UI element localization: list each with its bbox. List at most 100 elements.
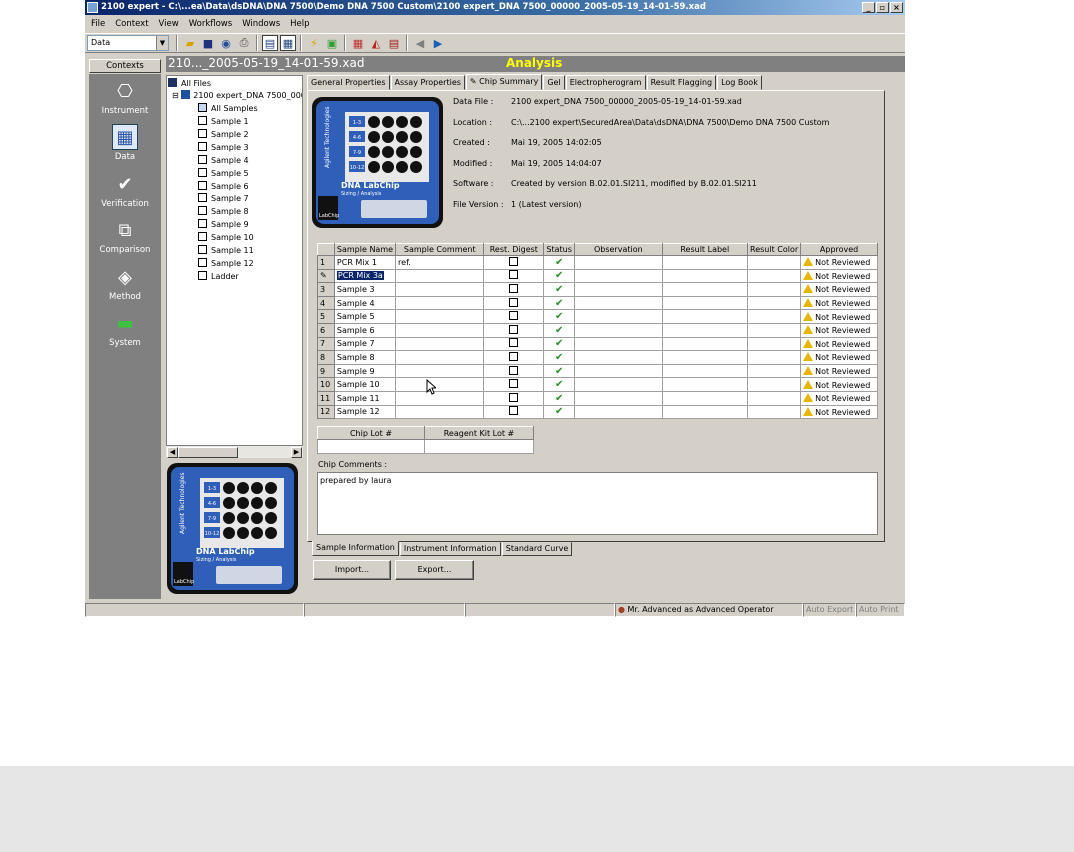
approved-cell[interactable]: Not Reviewed xyxy=(800,255,878,270)
observation-cell[interactable] xyxy=(574,404,663,420)
sample-name-cell[interactable]: Sample 6 xyxy=(333,322,397,338)
observation-cell[interactable] xyxy=(574,350,663,365)
context-comparison[interactable]: ⧉ Comparison xyxy=(89,217,161,256)
observation-cell[interactable] xyxy=(574,377,663,392)
approved-cell[interactable]: Not Reviewed xyxy=(800,390,878,406)
maximize-button[interactable]: ▫ xyxy=(876,2,889,13)
tree-sample[interactable]: Sample 7 xyxy=(198,193,249,204)
result-color-cell[interactable] xyxy=(747,336,802,352)
approved-cell[interactable]: Not Reviewed xyxy=(800,350,878,365)
table-row[interactable]: 8 Sample 8 ✔ Not Reviewed xyxy=(317,350,878,365)
column-header[interactable]: Observation xyxy=(574,243,663,256)
approved-cell[interactable]: Not Reviewed xyxy=(800,295,878,311)
tree-sample[interactable]: Sample 6 xyxy=(198,180,249,192)
table-view-icon[interactable]: ▦ xyxy=(280,35,296,51)
contexts-header[interactable]: Contexts xyxy=(89,59,161,73)
chip-comments-field[interactable]: prepared by laura xyxy=(317,472,878,535)
rest-digest-checkbox[interactable] xyxy=(509,338,519,348)
rest-digest-checkbox[interactable] xyxy=(509,324,519,334)
column-header[interactable]: Rest. Digest xyxy=(483,243,545,256)
run-icon[interactable]: ⚡ xyxy=(306,35,322,51)
tree-sample[interactable]: Sample 10 xyxy=(198,232,254,243)
result-label-cell[interactable] xyxy=(661,404,749,420)
scroll-left-icon[interactable]: ◀ xyxy=(167,447,178,458)
sample-name-cell[interactable]: Sample 9 xyxy=(333,363,397,379)
observation-cell[interactable] xyxy=(574,268,663,284)
import-button[interactable]: Import... xyxy=(313,560,391,580)
tab-assay-properties[interactable]: Assay Properties xyxy=(390,75,465,90)
rest-digest-checkbox[interactable] xyxy=(509,283,519,293)
chip-lot-field[interactable] xyxy=(317,439,425,454)
row-header[interactable]: 1 xyxy=(317,255,335,270)
table-row[interactable]: 9 Sample 9 ✔ Not Reviewed xyxy=(317,363,878,379)
scroll-right-icon[interactable]: ▶ xyxy=(291,447,302,458)
column-header[interactable]: Sample Comment xyxy=(395,243,485,256)
collapse-icon[interactable]: ⊟ xyxy=(172,91,179,100)
menu-windows[interactable]: Windows xyxy=(242,19,280,29)
observation-cell[interactable] xyxy=(574,322,663,338)
tree-root[interactable]: All Files xyxy=(168,78,211,89)
menu-view[interactable]: View xyxy=(159,19,179,29)
tree-sample[interactable]: Sample 12 xyxy=(198,257,254,269)
table-row[interactable]: 11 Sample 11 ✔ Not Reviewed xyxy=(317,390,878,406)
sample-comment-cell[interactable] xyxy=(395,295,485,311)
sample-comment-cell[interactable] xyxy=(395,268,485,284)
sample-comment-cell[interactable] xyxy=(395,363,485,379)
approved-cell[interactable]: Not Reviewed xyxy=(800,336,878,352)
row-header[interactable]: 7 xyxy=(317,336,335,352)
approved-cell[interactable]: Not Reviewed xyxy=(800,404,878,420)
sample-comment-cell[interactable]: ref. xyxy=(395,255,485,270)
table-row[interactable]: 6 Sample 6 ✔ Not Reviewed xyxy=(317,322,878,338)
sample-comment-cell[interactable] xyxy=(395,309,485,324)
tree-sample[interactable]: Sample 8 xyxy=(198,206,249,217)
approved-cell[interactable]: Not Reviewed xyxy=(800,322,878,338)
sample-comment-cell[interactable] xyxy=(395,377,485,392)
result-color-cell[interactable] xyxy=(747,295,802,311)
table-row[interactable]: 7 Sample 7 ✔ Not Reviewed xyxy=(317,336,878,352)
tree-file[interactable]: ⊟ 2100 expert_DNA 7500_00000 xyxy=(172,90,302,101)
sample-name-cell[interactable]: Sample 4 xyxy=(333,295,397,311)
rest-digest-checkbox[interactable] xyxy=(509,351,519,361)
row-header[interactable]: 12 xyxy=(317,404,335,420)
chevron-down-icon[interactable]: ▼ xyxy=(156,36,168,50)
result-color-cell[interactable] xyxy=(747,377,802,392)
menu-context[interactable]: Context xyxy=(115,19,148,29)
sample-name-cell[interactable]: Sample 7 xyxy=(333,336,397,352)
result-label-cell[interactable] xyxy=(661,336,749,352)
sample-name-cell[interactable]: Sample 5 xyxy=(333,309,397,324)
export-button[interactable]: Export... xyxy=(395,560,474,580)
approved-cell[interactable]: Not Reviewed xyxy=(800,363,878,379)
table-row[interactable]: 10 Sample 10 ✔ Not Reviewed xyxy=(317,377,878,392)
menu-file[interactable]: File xyxy=(91,19,105,29)
result-label-cell[interactable] xyxy=(661,363,749,379)
sample-name-cell[interactable]: PCR Mix 3a xyxy=(333,268,397,284)
rest-digest-checkbox[interactable] xyxy=(509,392,519,402)
tree-view-icon[interactable]: ▤ xyxy=(262,35,278,51)
row-header[interactable]: 11 xyxy=(317,390,335,406)
observation-cell[interactable] xyxy=(574,295,663,311)
tab-gel[interactable]: Gel xyxy=(543,75,565,90)
observation-cell[interactable] xyxy=(574,363,663,379)
table-row[interactable]: 4 Sample 4 ✔ Not Reviewed xyxy=(317,295,878,311)
row-header[interactable]: 8 xyxy=(317,350,335,365)
sample-name-cell[interactable]: PCR Mix 1 xyxy=(333,255,397,270)
row-header[interactable]: ✎ xyxy=(317,268,335,284)
assay-icon[interactable]: ▣ xyxy=(324,35,340,51)
sample-name-cell[interactable]: Sample 11 xyxy=(333,390,397,406)
column-header[interactable]: Sample Name xyxy=(333,243,397,256)
row-header[interactable]: 4 xyxy=(317,295,335,311)
context-verification[interactable]: ✔ Verification xyxy=(89,171,161,210)
result-label-cell[interactable] xyxy=(661,268,749,284)
result-label-cell[interactable] xyxy=(661,390,749,406)
tree-sample[interactable]: Sample 2 xyxy=(198,128,249,140)
observation-cell[interactable] xyxy=(574,390,663,406)
tab-log-book[interactable]: Log Book xyxy=(717,75,762,90)
tree-sample[interactable]: Sample 11 xyxy=(198,245,254,256)
tab-general-properties[interactable]: General Properties xyxy=(307,75,390,90)
result-label-cell[interactable] xyxy=(661,350,749,365)
tab-result-flagging[interactable]: Result Flagging xyxy=(646,75,717,90)
scroll-thumb[interactable] xyxy=(178,447,238,458)
result-color-cell[interactable] xyxy=(747,350,802,365)
tree-sample[interactable]: Ladder xyxy=(198,270,239,282)
tab-sample-information[interactable]: Sample Information xyxy=(312,541,399,556)
